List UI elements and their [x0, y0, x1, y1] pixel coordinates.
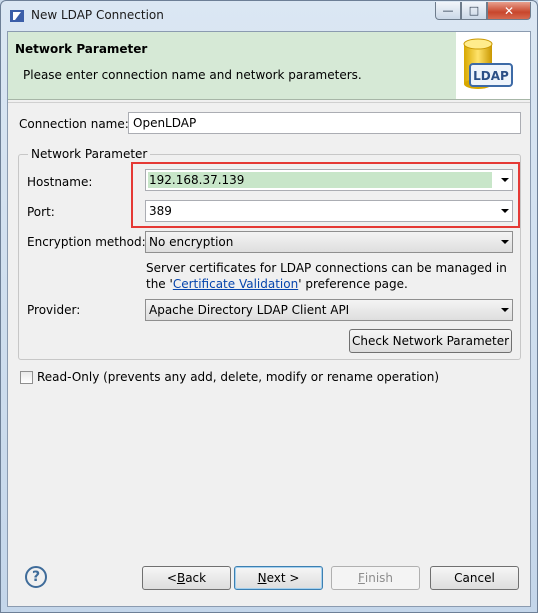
hostname-value: 192.168.37.139 — [149, 173, 245, 187]
certificate-note-suffix: ' preference page. — [298, 277, 408, 291]
caption-buttons: — □ ✕ — [435, 2, 531, 20]
network-parameter-group-label: Network Parameter — [28, 147, 151, 161]
encryption-method-select[interactable]: No encryption — [145, 231, 513, 253]
title-bar[interactable]: New LDAP Connection — □ ✕ — [1, 1, 537, 31]
read-only-label[interactable]: Read-Only (prevents any add, delete, mod… — [37, 370, 439, 384]
dialog-window: New LDAP Connection — □ ✕ Network Parame… — [0, 0, 538, 613]
wizard-banner: Network Parameter Please enter connectio… — [8, 32, 530, 100]
app-icon — [10, 10, 24, 22]
banner-title: Network Parameter — [15, 42, 148, 56]
check-network-parameter-button[interactable]: Check Network Parameter — [349, 329, 512, 353]
certificate-note-line2: the 'Certificate Validation' preference … — [146, 277, 408, 291]
hostname-label: Hostname: — [27, 175, 93, 189]
certificate-note: Server certificates for LDAP connections… — [146, 261, 507, 275]
connection-name-label: Connection name: — [19, 117, 129, 131]
maximize-button[interactable]: □ — [461, 2, 487, 20]
next-button-suffix: ext > — [266, 571, 300, 585]
next-button[interactable]: Next > — [234, 566, 323, 590]
minimize-icon: — — [442, 4, 454, 17]
maximize-icon: □ — [468, 4, 480, 17]
minimize-button[interactable]: — — [435, 2, 461, 20]
banner-description: Please enter connection name and network… — [23, 68, 362, 82]
banner-separator — [8, 102, 530, 103]
connection-name-input[interactable]: OpenLDAP — [128, 112, 521, 134]
port-label: Port: — [27, 205, 55, 219]
ldap-image-label: LDAP — [473, 69, 509, 83]
certificate-validation-link[interactable]: Certificate Validation — [173, 277, 298, 291]
chevron-down-icon[interactable] — [501, 240, 509, 244]
next-button-mnemonic: N — [257, 571, 267, 585]
back-button-suffix: ack — [185, 571, 207, 585]
close-icon: ✕ — [503, 3, 515, 18]
finish-button[interactable]: Finish — [331, 566, 420, 590]
port-combo[interactable]: 389 — [145, 200, 513, 222]
finish-button-mnemonic: F — [357, 571, 365, 585]
finish-button-suffix: inish — [364, 571, 394, 585]
dialog-client-area: Network Parameter Please enter connectio… — [7, 31, 531, 607]
provider-label: Provider: — [27, 303, 81, 317]
back-button-prefix: < — [166, 571, 177, 585]
port-value: 389 — [149, 204, 172, 218]
read-only-checkbox[interactable] — [20, 371, 33, 384]
window-title: New LDAP Connection — [31, 8, 164, 22]
chevron-down-icon[interactable] — [501, 178, 509, 182]
encryption-method-value: No encryption — [149, 235, 234, 249]
encryption-method-label: Encryption method: — [27, 235, 146, 249]
back-button[interactable]: < Back — [142, 566, 231, 590]
question-circle-icon[interactable]: ? — [25, 566, 47, 588]
ldap-wizard-image: LDAP — [456, 32, 530, 99]
provider-select[interactable]: Apache Directory LDAP Client API — [145, 299, 513, 321]
ldap-database-icon: LDAP — [463, 38, 513, 89]
chevron-down-icon[interactable] — [501, 209, 509, 213]
close-button[interactable]: ✕ — [487, 2, 531, 20]
certificate-note-prefix: the ' — [146, 277, 173, 291]
chevron-down-icon[interactable] — [501, 308, 509, 312]
hostname-combo[interactable]: 192.168.37.139 — [145, 169, 513, 191]
cancel-button[interactable]: Cancel — [430, 566, 519, 590]
provider-value: Apache Directory LDAP Client API — [149, 303, 350, 317]
back-button-mnemonic: B — [176, 571, 186, 585]
